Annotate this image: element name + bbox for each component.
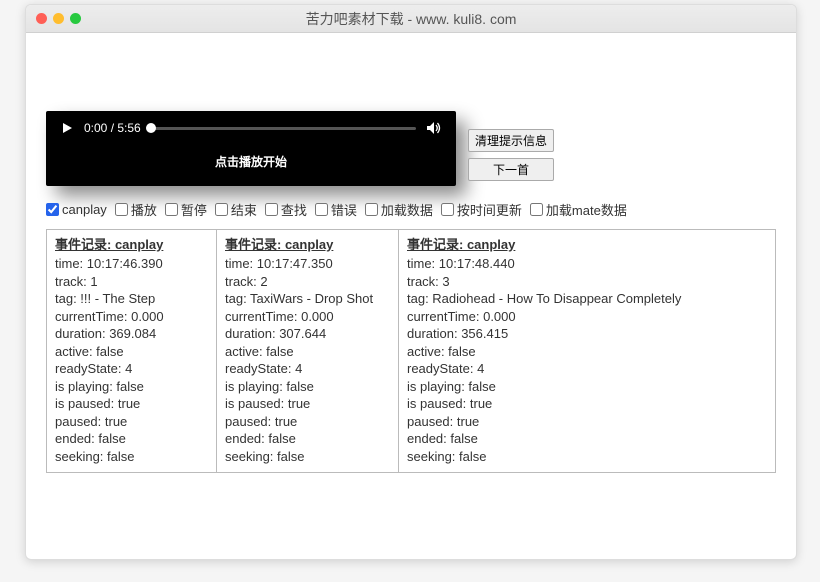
log-line: paused: true [225, 413, 390, 431]
log-line: seeking: false [407, 448, 767, 466]
log-line: time: 10:17:47.350 [225, 255, 390, 273]
log-column: 事件记录: canplay time: 10:17:46.390track: 1t… [47, 230, 217, 472]
maximize-icon[interactable] [70, 13, 81, 24]
check-label: 加载mate数据 [546, 200, 627, 219]
event-filter-checkboxes: canplay 播放 暂停 结束 查找 错误 加载数据 按时间更新 加载mate数据 [46, 200, 776, 219]
check-label: 查找 [281, 200, 307, 219]
log-line: currentTime: 0.000 [55, 308, 208, 326]
volume-icon[interactable] [426, 121, 442, 135]
log-line: tag: TaxiWars - Drop Shot [225, 290, 390, 308]
log-line: readyState: 4 [407, 360, 767, 378]
log-line: is paused: true [225, 395, 390, 413]
checkbox-按时间更新[interactable] [441, 203, 454, 216]
check-canplay[interactable]: canplay [46, 202, 107, 217]
audio-player[interactable]: 0:00 / 5:56 点击播放开始 [46, 111, 456, 186]
log-line: active: false [407, 343, 767, 361]
log-line: is playing: false [407, 378, 767, 396]
check-label: 错误 [331, 200, 357, 219]
log-line: currentTime: 0.000 [407, 308, 767, 326]
progress-thumb[interactable] [146, 123, 156, 133]
checkbox-播放[interactable] [115, 203, 128, 216]
titlebar: 苦力吧素材下载 - www. kuli8. com [26, 5, 796, 33]
log-line: seeking: false [225, 448, 390, 466]
time-display: 0:00 / 5:56 [84, 121, 141, 135]
log-line: duration: 369.084 [55, 325, 208, 343]
player-caption: 点击播放开始 [60, 153, 442, 170]
log-line: is playing: false [225, 378, 390, 396]
check-错误[interactable]: 错误 [315, 200, 357, 219]
check-按时间更新[interactable]: 按时间更新 [441, 200, 522, 219]
app-window: 苦力吧素材下载 - www. kuli8. com 0:00 / 5:56 [25, 4, 797, 560]
log-line: currentTime: 0.000 [225, 308, 390, 326]
log-line: paused: true [407, 413, 767, 431]
log-line: ended: false [55, 430, 208, 448]
log-line: readyState: 4 [55, 360, 208, 378]
check-结束[interactable]: 结束 [215, 200, 257, 219]
content-area: 0:00 / 5:56 点击播放开始 清理提示信息 [26, 111, 796, 493]
check-播放[interactable]: 播放 [115, 200, 157, 219]
log-line: is paused: true [407, 395, 767, 413]
check-label: 暂停 [181, 200, 207, 219]
checkbox-加载mate数据[interactable] [530, 203, 543, 216]
log-line: ended: false [225, 430, 390, 448]
checkbox-加载数据[interactable] [365, 203, 378, 216]
log-line: track: 2 [225, 273, 390, 291]
check-加载mate数据[interactable]: 加载mate数据 [530, 200, 627, 219]
checkbox-canplay[interactable] [46, 203, 59, 216]
log-column: 事件记录: canplay time: 10:17:48.440track: 3t… [399, 230, 775, 472]
log-column: 事件记录: canplay time: 10:17:47.350track: 2t… [217, 230, 399, 472]
log-line: track: 3 [407, 273, 767, 291]
event-log-table: 事件记录: canplaytime: 10:17:46.390track: 1t… [46, 229, 776, 473]
check-label: 播放 [131, 200, 157, 219]
next-button[interactable]: 下一首 [468, 158, 554, 181]
log-line: readyState: 4 [225, 360, 390, 378]
log-line: is playing: false [55, 378, 208, 396]
log-line: tag: Radiohead - How To Disappear Comple… [407, 290, 767, 308]
log-line: time: 10:17:46.390 [55, 255, 208, 273]
log-line: duration: 356.415 [407, 325, 767, 343]
log-line: time: 10:17:48.440 [407, 255, 767, 273]
log-line: duration: 307.644 [225, 325, 390, 343]
clear-button[interactable]: 清理提示信息 [468, 129, 554, 152]
check-暂停[interactable]: 暂停 [165, 200, 207, 219]
check-label: canplay [62, 202, 107, 217]
check-加载数据[interactable]: 加载数据 [365, 200, 433, 219]
traffic-lights [36, 13, 81, 24]
log-line: is paused: true [55, 395, 208, 413]
log-line: seeking: false [55, 448, 208, 466]
check-label: 按时间更新 [457, 200, 522, 219]
log-line: ended: false [407, 430, 767, 448]
check-查找[interactable]: 查找 [265, 200, 307, 219]
close-icon[interactable] [36, 13, 47, 24]
log-line: paused: true [55, 413, 208, 431]
log-line: track: 1 [55, 273, 208, 291]
minimize-icon[interactable] [53, 13, 64, 24]
log-header: 事件记录: canplay [225, 234, 390, 253]
check-label: 加载数据 [381, 200, 433, 219]
check-label: 结束 [231, 200, 257, 219]
window-title: 苦力吧素材下载 - www. kuli8. com [306, 11, 517, 27]
play-icon[interactable] [60, 121, 74, 135]
checkbox-结束[interactable] [215, 203, 228, 216]
log-header: 事件记录: canplay [407, 234, 767, 253]
checkbox-暂停[interactable] [165, 203, 178, 216]
log-line: active: false [225, 343, 390, 361]
progress-slider[interactable] [151, 127, 416, 130]
checkbox-错误[interactable] [315, 203, 328, 216]
log-line: tag: !!! - The Step [55, 290, 208, 308]
checkbox-查找[interactable] [265, 203, 278, 216]
log-header: 事件记录: canplay [55, 234, 208, 253]
log-line: active: false [55, 343, 208, 361]
